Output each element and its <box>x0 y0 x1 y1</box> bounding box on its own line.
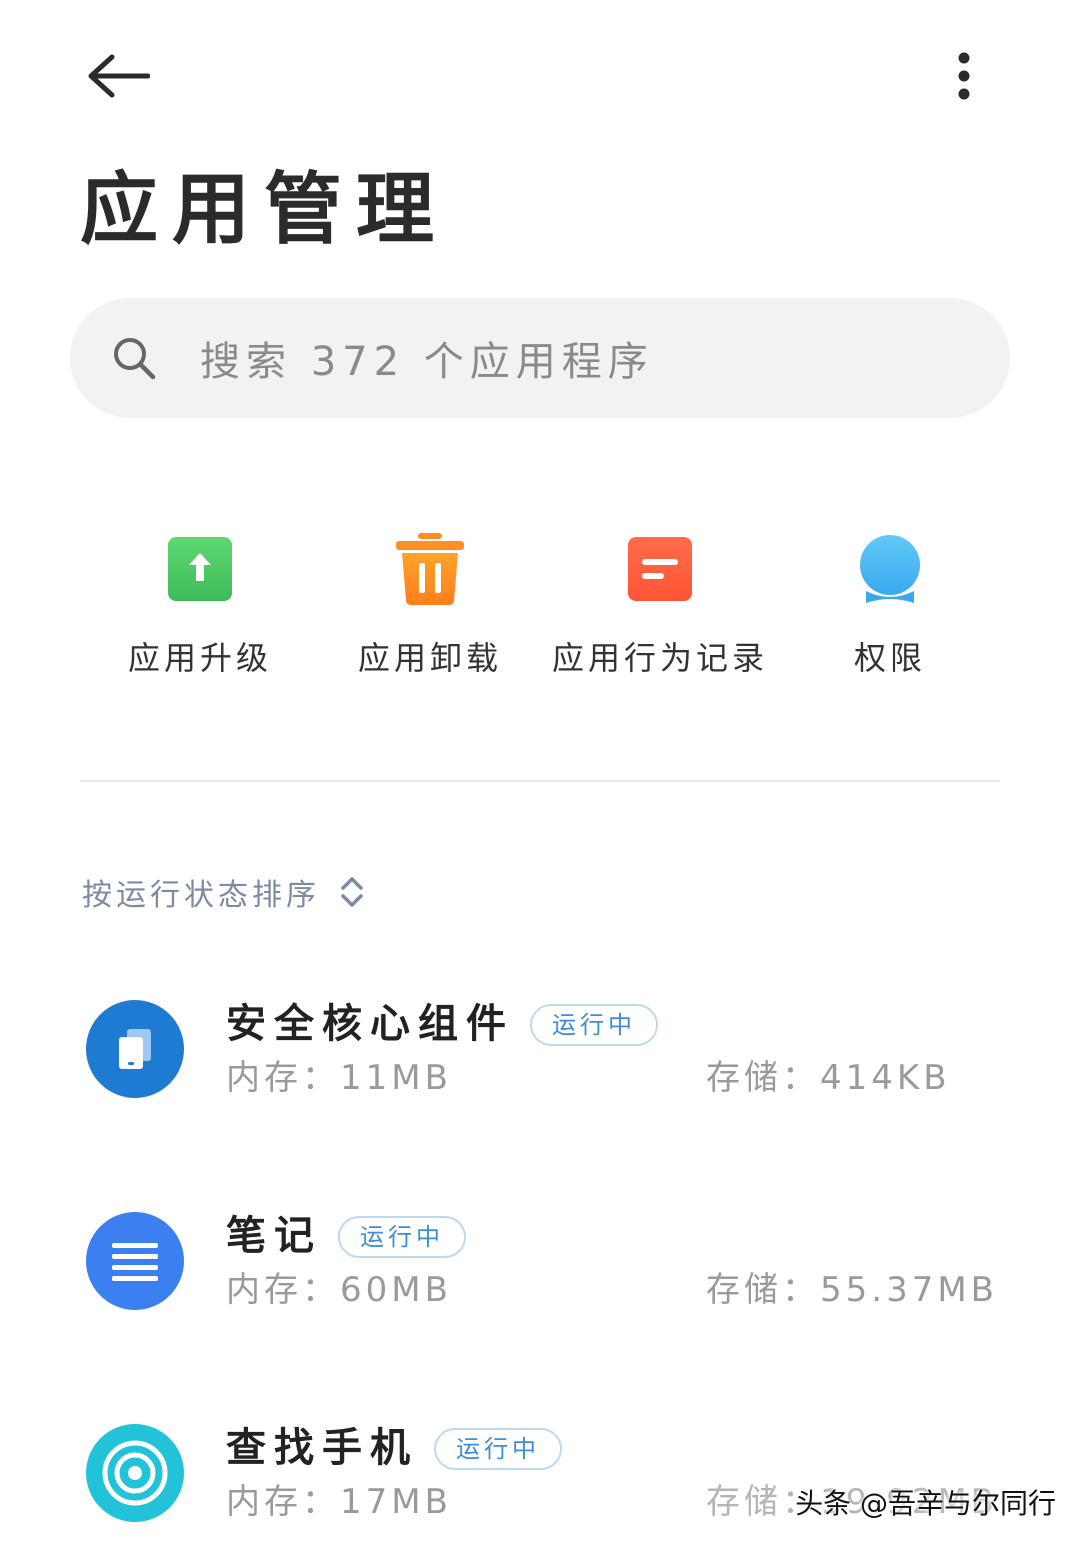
back-button[interactable] <box>78 44 158 108</box>
storage-usage: 存储：414KB <box>706 1058 951 1098</box>
more-options-button[interactable] <box>934 44 994 108</box>
app-upgrade-action[interactable]: 应用升级 <box>80 525 320 685</box>
app-uninstall-label: 应用卸载 <box>357 639 502 677</box>
app-name: 查找手机 <box>226 1425 418 1471</box>
notes-icon <box>86 1212 184 1310</box>
app-list-item[interactable]: 查找手机 运行中 内存：17MB 存储：19.92MB <box>0 1414 1080 1544</box>
sort-selector[interactable]: 按运行状态排序 <box>82 864 366 920</box>
storage-usage: 存储：55.37MB <box>706 1270 998 1310</box>
quick-actions: 应用升级 应用卸载 应用行为记录 权限 <box>80 525 1000 685</box>
upgrade-icon <box>168 537 232 601</box>
app-upgrade-label: 应用升级 <box>127 639 272 677</box>
find-phone-icon <box>86 1424 184 1522</box>
app-name: 安全核心组件 <box>226 1001 514 1047</box>
search-bar[interactable]: 搜索 372 个应用程序 <box>70 298 1010 418</box>
app-list-item[interactable]: 笔记 运行中 内存：60MB 存储：55.37MB <box>0 1202 1080 1402</box>
app-behavior-record-action[interactable]: 应用行为记录 <box>540 525 780 685</box>
more-vertical-icon <box>958 52 970 100</box>
security-core-icon <box>86 1000 184 1098</box>
sort-label: 按运行状态排序 <box>82 878 320 913</box>
permissions-label: 权限 <box>853 639 926 677</box>
app-uninstall-action[interactable]: 应用卸载 <box>310 525 550 685</box>
app-name: 笔记 <box>226 1213 322 1259</box>
watermark-text: 头条 @吾辛与尔同行 <box>795 1487 1056 1520</box>
status-badge: 运行中 <box>434 1428 562 1470</box>
arrow-left-icon <box>88 54 150 98</box>
trash-icon <box>396 533 464 605</box>
permissions-action[interactable]: 权限 <box>770 525 1010 685</box>
app-management-screen: 应用管理 搜索 372 个应用程序 应用升级 应用卸载 应用行为记录 权限 按运… <box>0 0 1080 1544</box>
memory-usage: 内存：11MB <box>226 1058 452 1098</box>
app-behavior-record-label: 应用行为记录 <box>551 639 768 677</box>
app-list-item[interactable]: 安全核心组件 运行中 内存：11MB 存储：414KB <box>0 990 1080 1190</box>
memory-usage: 内存：60MB <box>226 1270 452 1310</box>
search-icon <box>114 338 156 380</box>
behavior-record-icon <box>628 537 692 601</box>
sort-updown-icon <box>341 877 363 907</box>
page-title: 应用管理 <box>80 165 449 255</box>
search-input-placeholder[interactable]: 搜索 372 个应用程序 <box>200 329 654 387</box>
status-badge: 运行中 <box>530 1004 658 1046</box>
section-divider <box>80 780 1000 782</box>
memory-usage: 内存：17MB <box>226 1482 452 1522</box>
status-badge: 运行中 <box>338 1216 466 1258</box>
permission-icon <box>860 535 920 603</box>
